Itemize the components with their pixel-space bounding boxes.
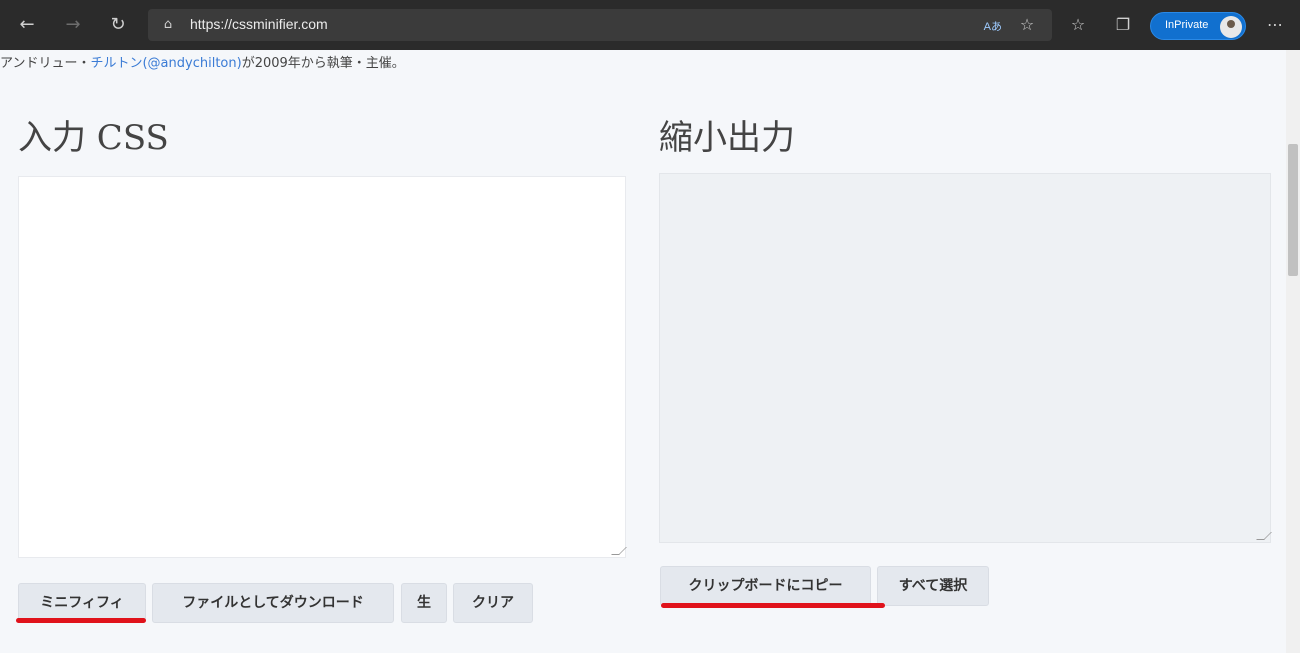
copy-highlight-underline (661, 603, 885, 608)
select-all-button[interactable]: すべて選択 (877, 566, 989, 606)
minify-button[interactable]: ミニフィフィ (18, 583, 146, 623)
minify-highlight-underline (16, 618, 146, 623)
resize-handle[interactable] (1256, 532, 1272, 540)
forward-arrow-icon[interactable]: → (62, 14, 84, 36)
raw-button[interactable]: 生 (401, 583, 447, 623)
collections-icon[interactable]: ❐ (1112, 14, 1134, 36)
inprivate-badge[interactable]: InPrivate (1150, 12, 1246, 40)
inprivate-label: InPrivate (1165, 19, 1209, 31)
minified-output-textarea[interactable] (659, 173, 1272, 543)
scrollbar[interactable] (1286, 50, 1300, 653)
favorite-star-icon[interactable]: ☆ (1016, 14, 1038, 36)
browser-toolbar: ← → ↻ ⌂ https://cssminifier.com Aあ ☆ ☆ ❐… (0, 0, 1300, 50)
input-css-textarea[interactable] (18, 176, 627, 558)
favorites-icon[interactable]: ☆ (1067, 14, 1089, 36)
download-button[interactable]: ファイルとしてダウンロード (152, 583, 394, 623)
reader-mode-icon[interactable]: Aあ (984, 18, 1002, 34)
clear-button[interactable]: クリア (453, 583, 533, 623)
address-bar[interactable]: ⌂ https://cssminifier.com Aあ ☆ (148, 9, 1052, 41)
refresh-icon[interactable]: ↻ (107, 14, 129, 36)
lock-icon[interactable]: ⌂ (160, 17, 176, 33)
avatar (1220, 16, 1242, 38)
author-link[interactable]: チルトン(@andychilton) (90, 56, 241, 71)
minified-output-title: 縮小出力 (659, 118, 795, 158)
credit-prefix: アンドリュー・ (0, 56, 91, 71)
resize-handle[interactable] (611, 547, 627, 555)
copy-to-clipboard-button[interactable]: クリップボードにコピー (660, 566, 871, 606)
url-text[interactable]: https://cssminifier.com (190, 16, 328, 32)
more-icon[interactable]: ⋯ (1264, 14, 1286, 36)
credit-suffix: が2009年から執筆・主催。 (241, 56, 405, 71)
input-css-title: 入力 CSS (18, 118, 169, 158)
back-arrow-icon[interactable]: ← (16, 14, 38, 36)
author-credit: アンドリュー・チルトン(@andychilton)が2009年から執筆・主催。 (0, 52, 405, 71)
scrollbar-thumb[interactable] (1288, 144, 1298, 276)
